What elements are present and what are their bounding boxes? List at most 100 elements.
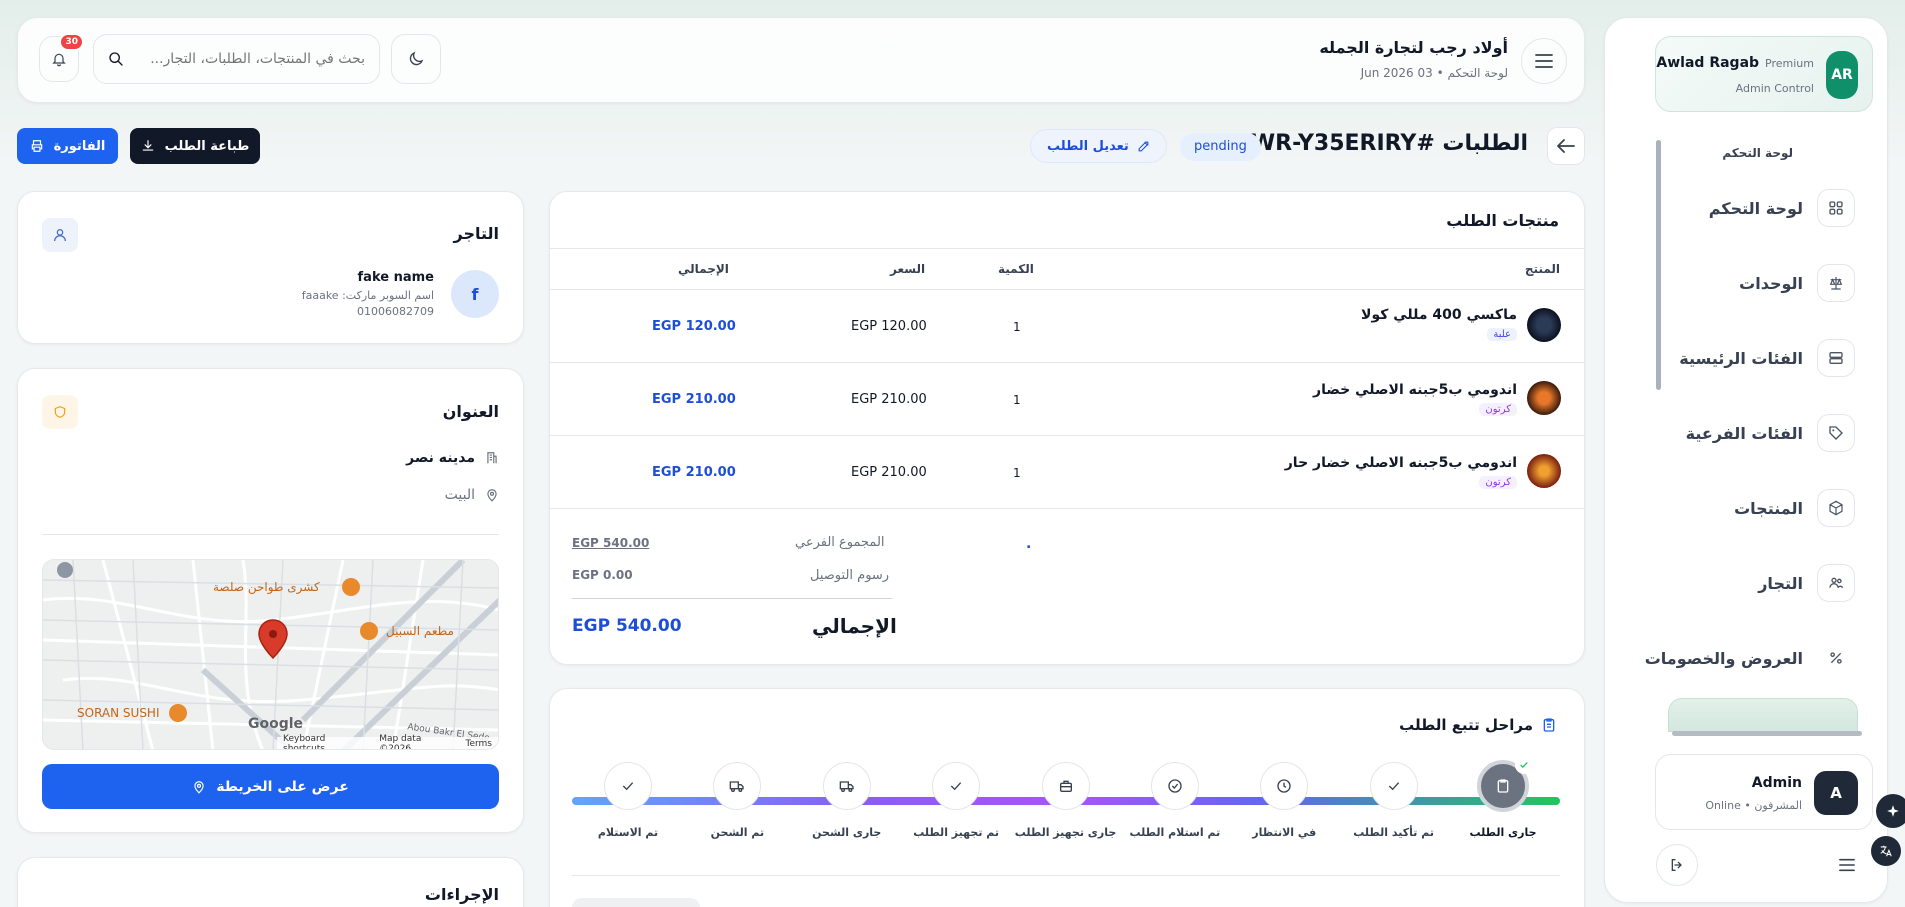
unit-badge: كرتون xyxy=(1479,476,1517,489)
ai-assistant-button[interactable] xyxy=(1876,794,1905,828)
tracking-step xyxy=(822,762,871,810)
subtotal-value: EGP 540.00 xyxy=(572,536,650,550)
merchant-profile-button[interactable] xyxy=(42,218,78,252)
profile-name-row: Awlad Ragab Premium xyxy=(1656,55,1814,71)
shield-icon xyxy=(54,406,66,418)
sidebar-hscroll[interactable] xyxy=(1672,731,1862,736)
sidebar-item-label: العروض والخصومات xyxy=(1644,648,1803,668)
edit-order-label: تعديل الطلب xyxy=(1047,138,1129,154)
tracking-step xyxy=(1260,762,1309,810)
top-header: أولاد رجب لتجارة الجمله لوحة التحكم • 03… xyxy=(17,17,1585,103)
profile-avatar: AR xyxy=(1826,51,1858,99)
search-box[interactable] xyxy=(93,34,380,84)
tracking-step-label: تم تجهيز الطلب xyxy=(913,826,1000,839)
sidebar-item-dashboard[interactable]: لوحة التحكم xyxy=(1595,182,1855,234)
page-title: الطلبات # AWR-Y35ERIRY xyxy=(1235,131,1528,156)
product-name: اندومي ب5جبنه الاصلي خضار xyxy=(1313,382,1517,398)
actions-title: الإجراءات xyxy=(424,885,499,904)
sidebar-item-label: الوحدات xyxy=(1739,273,1803,293)
translate-button[interactable] xyxy=(1871,836,1901,866)
col-total: الإجمالي xyxy=(678,262,729,276)
table-row[interactable]: اندومي ب5جبنه الاصلي خضار حار كرتون 1 EG… xyxy=(550,435,1585,508)
sidebar-item-products[interactable]: المنتجات xyxy=(1595,482,1855,534)
merchant-card xyxy=(17,191,524,344)
header-subtitle: لوحة التحكم • 03 Jun 2026 xyxy=(1360,66,1508,80)
menu-button[interactable] xyxy=(1521,38,1567,84)
table-row[interactable]: اندومي ب5جبنه الاصلي خضار كرتون 1 EGP 21… xyxy=(550,362,1585,435)
order-code: AWR-Y35ERIRY xyxy=(1234,131,1417,156)
notifications-button[interactable]: 30 xyxy=(39,33,84,82)
sidebar-user-card[interactable]: A Admin المشرفون • Online xyxy=(1655,754,1873,830)
arrow-left-icon xyxy=(1557,139,1575,153)
sidebar-item-label: الفئات الرئيسية xyxy=(1679,348,1803,368)
price-cell: EGP 120.00 xyxy=(851,319,927,334)
moon-icon xyxy=(409,51,424,66)
grand-total-label: الإجمالي xyxy=(812,614,897,638)
edit-icon xyxy=(1138,141,1149,151)
check-icon xyxy=(948,778,964,794)
box-icon xyxy=(1817,489,1855,527)
tracking-step xyxy=(932,762,981,810)
col-qty: الكمية xyxy=(998,262,1034,276)
edit-order-button[interactable]: تعديل الطلب xyxy=(1030,129,1167,163)
theme-toggle[interactable] xyxy=(391,34,441,84)
location-map[interactable]: كشرى طواحن صلصة مطعم السبيل SORAN SUSHI … xyxy=(42,559,499,750)
tracking-extra-pill xyxy=(572,898,700,907)
profile-role: Admin Control xyxy=(1735,82,1814,95)
product-name: اندومي ب5جبنه الاصلي خضار حار xyxy=(1284,455,1517,471)
translate-icon xyxy=(1880,845,1892,857)
sidebar-item-merchants[interactable]: التجار xyxy=(1595,557,1855,609)
tracking-step-label: تم الشحن xyxy=(710,826,765,839)
address-divider xyxy=(42,534,499,535)
address-label: البيت xyxy=(444,487,475,503)
qty-cell: 1 xyxy=(1013,393,1021,407)
col-product: المنتج xyxy=(1524,262,1560,276)
tracking-divider xyxy=(572,875,1560,876)
col-price: السعر xyxy=(890,262,926,276)
delivery-value: EGP 0.00 xyxy=(572,568,633,582)
sidebar-item-label: التجار xyxy=(1758,573,1803,593)
bell-icon xyxy=(52,53,66,67)
download-icon xyxy=(142,140,153,151)
search-input[interactable] xyxy=(136,51,365,67)
product-image xyxy=(1527,308,1561,342)
menu-icon xyxy=(1535,54,1553,68)
back-button[interactable] xyxy=(1547,127,1585,165)
tracking-step-label: تم استلام الطلب xyxy=(1129,826,1221,839)
map-poi-2: مطعم السبيل xyxy=(386,624,454,638)
sidebar-profile-card[interactable]: AR Awlad Ragab Premium Admin Control xyxy=(1655,36,1873,112)
total-cell: EGP 210.00 xyxy=(652,465,736,480)
sidebar-menu-button[interactable] xyxy=(1830,848,1864,882)
address-city: مدينه نصر xyxy=(406,450,475,466)
logout-button[interactable] xyxy=(1656,844,1698,886)
sidebar-item-main-categories[interactable]: الفئات الرئيسية xyxy=(1595,332,1855,384)
product-name: ماكسي 400 مللي كولا xyxy=(1361,307,1517,323)
map-poi-1: كشرى طواحن صلصة xyxy=(213,580,320,594)
percent-icon xyxy=(1817,639,1855,677)
map-shortcuts-link[interactable]: Keyboard shortcuts xyxy=(283,734,367,749)
sidebar-section-label: لوحة التحكم xyxy=(1722,146,1793,160)
clipboard-icon xyxy=(1495,777,1511,795)
table-row[interactable]: ماكسي 400 مللي كولا علبة 1 EGP 120.00 EG… xyxy=(550,289,1585,362)
map-attribution: Keyboard shortcuts Map data ©2026 Terms xyxy=(277,734,498,749)
print-order-button[interactable]: طباعة الطلب xyxy=(130,128,260,164)
check-icon xyxy=(620,778,636,794)
clock-icon xyxy=(1276,778,1292,794)
summary-dot: . xyxy=(1026,536,1032,552)
map-poi-3: SORAN SUSHI xyxy=(77,706,160,720)
user-status: المشرفون • Online xyxy=(1705,799,1802,812)
clipboard-icon xyxy=(1543,718,1555,732)
sidebar-item-units[interactable]: الوحدات xyxy=(1595,257,1855,309)
map-terms-link[interactable]: Terms xyxy=(465,739,492,749)
view-on-map-button[interactable]: عرض على الخريطة xyxy=(42,764,499,809)
sidebar-item-offers[interactable]: العروض والخصومات xyxy=(1595,632,1855,684)
invoice-button[interactable]: الفاتورة xyxy=(17,128,118,164)
profile-tier: Premium xyxy=(1765,56,1814,70)
sidebar-item-sub-categories[interactable]: الفئات الفرعية xyxy=(1595,407,1855,459)
tracking-step-label: جارى تجهيز الطلب xyxy=(1014,826,1117,839)
tracking-title-row: مراحل تتبع الطلب xyxy=(1399,716,1557,734)
user-icon xyxy=(54,229,66,242)
sidebar-item-active-partial[interactable] xyxy=(1668,698,1858,732)
page-title-prefix: الطلبات # xyxy=(1416,131,1528,156)
tracking-step xyxy=(1150,762,1199,810)
